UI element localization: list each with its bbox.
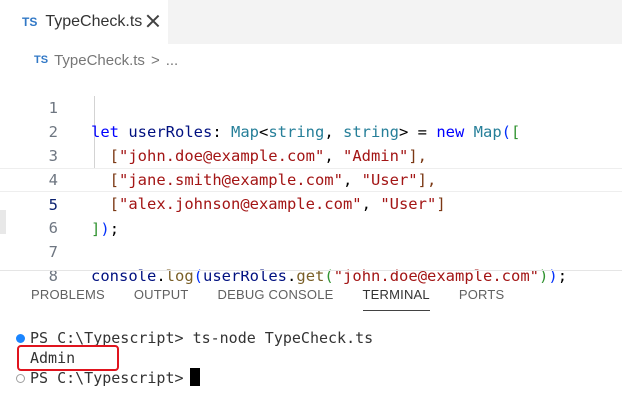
code-line-current: 5 ]); — [0, 168, 622, 238]
close-icon[interactable] — [143, 11, 163, 31]
terminal-cursor — [189, 368, 200, 386]
typescript-file-icon: TS — [34, 54, 49, 66]
code-line: 7 console.log(userRoles.get("john.doe@ex… — [0, 216, 622, 285]
breadcrumb-ellipsis[interactable]: ... — [166, 52, 179, 69]
terminal-line[interactable]: PS C:\Typescript> — [30, 368, 200, 389]
tab-problems[interactable]: PROBLEMS — [31, 281, 105, 311]
tab-output[interactable]: OUTPUT — [134, 281, 189, 311]
terminal-command: ts-node TypeCheck.ts — [192, 329, 374, 347]
code-line: 4 ["alex.johnson@example.com", "User"] — [0, 144, 622, 213]
command-pending-dot-icon — [16, 374, 25, 383]
code-line: 2 ["john.doe@example.com", "Admin"], — [0, 96, 622, 165]
editor-tab-typecheck[interactable]: TS TypeCheck.ts — [0, 0, 168, 44]
code-line: 3 ["jane.smith@example.com", "User"], — [0, 120, 622, 189]
editor-tab-bar: TS TypeCheck.ts — [0, 0, 622, 44]
code-editor[interactable]: 1 let userRoles: Map<string, string> = n… — [0, 72, 622, 285]
command-success-dot-icon[interactable] — [16, 334, 25, 343]
tab-debug-console[interactable]: DEBUG CONSOLE — [218, 281, 334, 311]
code-line: 6 — [0, 192, 622, 237]
code-line: 8 — [0, 240, 622, 285]
tab-terminal[interactable]: TERMINAL — [362, 281, 430, 311]
breadcrumb-file[interactable]: TypeCheck.ts — [54, 52, 145, 69]
output-highlight-box — [17, 345, 119, 371]
code-line: 1 let userRoles: Map<string, string> = n… — [0, 72, 622, 141]
typescript-file-icon: TS — [22, 15, 38, 29]
terminal-prompt: PS C:\Typescript> — [30, 369, 184, 387]
chevron-right-icon: > — [150, 51, 160, 69]
gutter-marker — [0, 210, 6, 234]
breadcrumb: TS TypeCheck.ts > ... — [0, 48, 622, 72]
tab-ports[interactable]: PORTS — [459, 281, 505, 311]
tab-label: TypeCheck.ts — [45, 13, 143, 30]
panel-tabs: PROBLEMS OUTPUT DEBUG CONSOLE TERMINAL P… — [31, 281, 533, 311]
